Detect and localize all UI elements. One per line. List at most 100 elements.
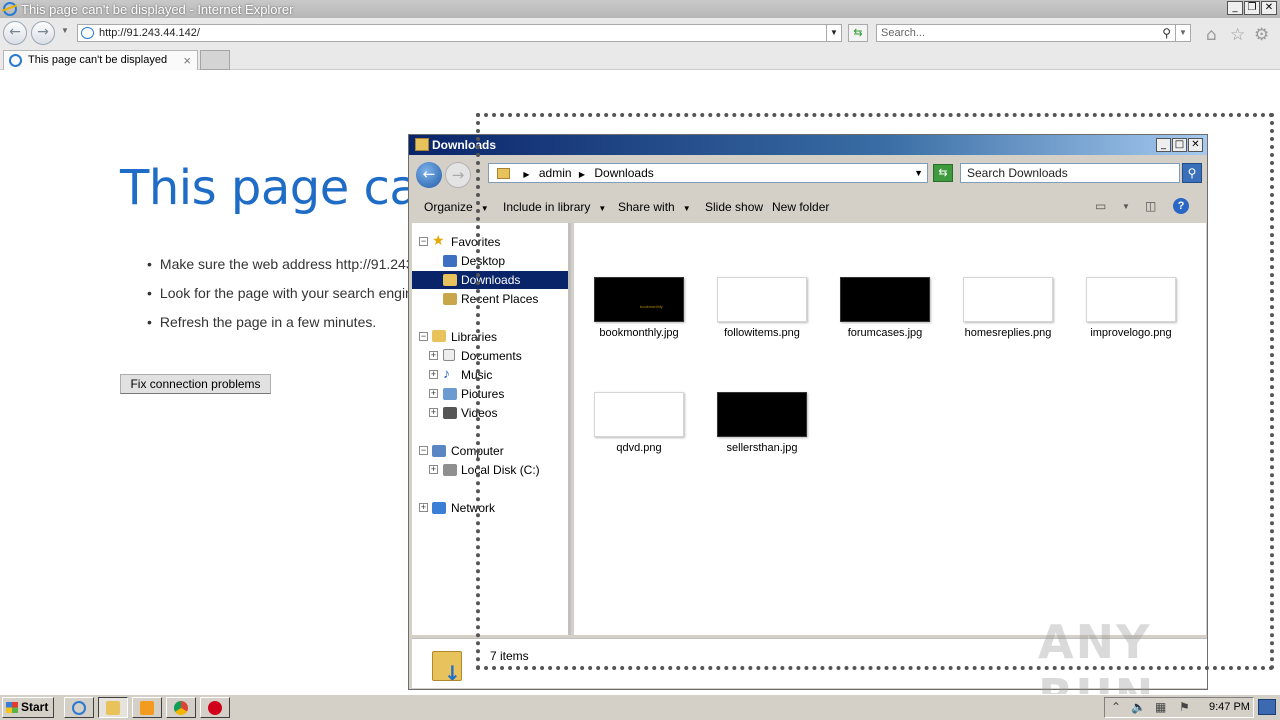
- history-dropdown-icon[interactable]: ▼: [61, 26, 69, 35]
- new-tab-button[interactable]: [200, 50, 230, 70]
- search-input[interactable]: Search... ⚲ ▼: [876, 24, 1191, 42]
- file-item[interactable]: followitems.png: [707, 277, 817, 339]
- nav-pictures[interactable]: Pictures: [461, 385, 504, 403]
- search-dropdown-icon[interactable]: ▼: [1175, 25, 1190, 41]
- taskbar-ie-button[interactable]: [64, 697, 94, 718]
- breadcrumb-admin[interactable]: admin: [539, 166, 572, 180]
- volume-icon[interactable]: 🔈: [1131, 698, 1146, 717]
- fix-connection-button[interactable]: Fix connection problems: [120, 374, 271, 394]
- file-item[interactable]: bookmonthly bookmonthly.jpg: [584, 277, 694, 339]
- music-icon: ♪: [443, 365, 450, 381]
- explorer-search-input[interactable]: Search Downloads: [960, 163, 1180, 183]
- favorites-star-icon[interactable]: ☆: [1230, 25, 1245, 45]
- minimize-button[interactable]: _: [1227, 1, 1243, 15]
- explorer-window: Downloads _ □ ✕ ← → ▶ admin ▶ Downloads …: [408, 134, 1208, 690]
- breadcrumb-downloads[interactable]: Downloads: [594, 166, 653, 180]
- view-options-icon[interactable]: ▭: [1095, 199, 1106, 213]
- back-button[interactable]: ←: [3, 21, 27, 45]
- close-button[interactable]: ✕: [1261, 1, 1277, 15]
- start-button[interactable]: Start: [2, 697, 54, 718]
- collapse-icon[interactable]: −: [419, 446, 428, 455]
- collapse-icon[interactable]: −: [419, 237, 428, 246]
- breadcrumb-dropdown-icon[interactable]: ▼: [914, 164, 923, 182]
- nav-downloads[interactable]: Downloads: [461, 271, 520, 289]
- gear-icon[interactable]: ⚙: [1254, 25, 1269, 45]
- file-name: sellersthan.jpg: [726, 442, 798, 454]
- share-with-menu[interactable]: Share with ▼: [618, 200, 691, 214]
- file-item[interactable]: improvelogo.png: [1076, 277, 1186, 339]
- explorer-back-button[interactable]: ←: [416, 162, 442, 188]
- videos-icon: [443, 407, 457, 419]
- file-item[interactable]: forumcases.jpg: [830, 277, 940, 339]
- explorer-folder-icon: [106, 701, 120, 715]
- expand-icon[interactable]: +: [429, 351, 438, 360]
- breadcrumb-arrow-icon[interactable]: ▶: [579, 170, 585, 179]
- restore-button[interactable]: ❐: [1244, 1, 1260, 15]
- action-center-flag-icon[interactable]: ⚑: [1179, 698, 1190, 717]
- search-icon[interactable]: ⚲: [1162, 25, 1171, 41]
- expand-icon[interactable]: +: [419, 503, 428, 512]
- forward-button[interactable]: →: [31, 21, 55, 45]
- explorer-title: Downloads: [432, 138, 497, 152]
- include-in-library-menu[interactable]: Include in library ▼: [503, 200, 606, 214]
- breadcrumb-arrow-icon[interactable]: ▶: [523, 170, 529, 179]
- file-item[interactable]: homesreplies.png: [953, 277, 1063, 339]
- nav-music[interactable]: Music: [461, 366, 492, 384]
- address-bar[interactable]: http://91.243.44.142/ ▼: [77, 24, 842, 42]
- nav-videos[interactable]: Videos: [461, 404, 497, 422]
- expand-icon[interactable]: +: [429, 370, 438, 379]
- file-thumbnail: [594, 392, 684, 437]
- nav-recent-places[interactable]: Recent Places: [461, 290, 538, 308]
- explorer-forward-button[interactable]: →: [445, 162, 471, 188]
- home-icon[interactable]: ⌂: [1206, 25, 1217, 45]
- explorer-close-button[interactable]: ✕: [1188, 138, 1203, 152]
- pictures-icon: [443, 388, 457, 400]
- nav-computer[interactable]: Computer: [451, 442, 504, 460]
- nav-desktop[interactable]: Desktop: [461, 252, 505, 270]
- clock[interactable]: 9:47 PM: [1209, 698, 1250, 717]
- preview-pane-icon[interactable]: ◫: [1145, 199, 1156, 213]
- explorer-breadcrumb[interactable]: ▶ admin ▶ Downloads ▼: [488, 163, 928, 183]
- expand-icon[interactable]: +: [429, 389, 438, 398]
- taskbar-chrome-button[interactable]: [166, 697, 196, 718]
- show-desktop-button[interactable]: [1258, 699, 1276, 715]
- taskbar-explorer-button[interactable]: [98, 697, 128, 718]
- expand-icon[interactable]: +: [429, 408, 438, 417]
- help-icon[interactable]: ?: [1173, 198, 1189, 214]
- file-thumbnail: [840, 277, 930, 322]
- file-name: bookmonthly.jpg: [599, 327, 679, 339]
- address-dropdown-icon[interactable]: ▼: [826, 25, 841, 41]
- explorer-address-row: ← → ▶ admin ▶ Downloads ▼ ⇆ Search Downl…: [409, 155, 1207, 191]
- explorer-search-icon[interactable]: ⚲: [1182, 163, 1202, 183]
- nav-favorites[interactable]: Favorites: [451, 233, 500, 251]
- expand-icon[interactable]: +: [429, 465, 438, 474]
- nav-libraries[interactable]: Libraries: [451, 328, 497, 346]
- explorer-maximize-button[interactable]: □: [1172, 138, 1187, 152]
- new-folder-button[interactable]: New folder: [772, 200, 829, 214]
- desktop-icon: [443, 255, 457, 267]
- explorer-command-bar: Organize ▼ Include in library ▼ Share with…: [409, 191, 1207, 223]
- explorer-window-controls: _ □ ✕: [1156, 138, 1203, 152]
- tab-close-icon[interactable]: ×: [183, 51, 191, 70]
- start-label: Start: [21, 700, 49, 714]
- nav-documents[interactable]: Documents: [461, 347, 522, 365]
- network-tray-icon[interactable]: ▦: [1155, 698, 1166, 717]
- file-item[interactable]: qdvd.png: [584, 392, 694, 454]
- file-item[interactable]: sellersthan.jpg: [707, 392, 817, 454]
- collapse-icon[interactable]: −: [419, 332, 428, 341]
- windows-flag-icon: [6, 702, 18, 713]
- nav-network[interactable]: Network: [451, 499, 495, 517]
- slide-show-button[interactable]: Slide show: [705, 200, 763, 214]
- tab-ie-icon: [9, 54, 22, 67]
- tray-expand-icon[interactable]: ⌃: [1111, 698, 1121, 717]
- refresh-button[interactable]: ⇆: [848, 24, 868, 42]
- view-dropdown-icon[interactable]: ▼: [1122, 202, 1130, 211]
- explorer-minimize-button[interactable]: _: [1156, 138, 1171, 152]
- taskbar-opera-button[interactable]: [200, 697, 230, 718]
- taskbar-media-player-button[interactable]: [132, 697, 162, 718]
- nav-local-disk[interactable]: Local Disk (C:): [461, 461, 540, 479]
- organize-menu[interactable]: Organize ▼: [424, 200, 489, 214]
- file-thumbnail: bookmonthly: [594, 277, 684, 322]
- tab-current[interactable]: This page can't be displayed ×: [3, 50, 198, 70]
- explorer-refresh-button[interactable]: ⇆: [933, 164, 953, 182]
